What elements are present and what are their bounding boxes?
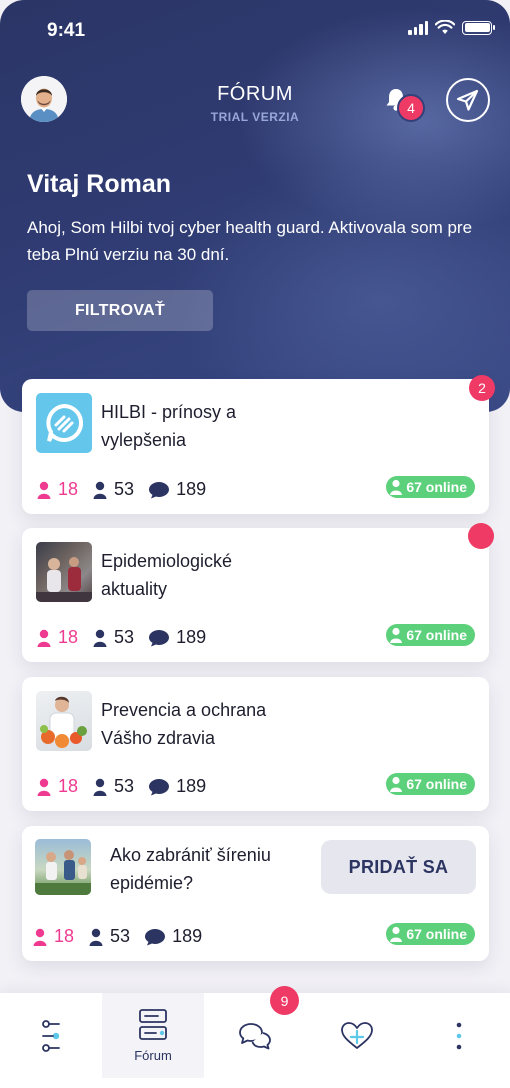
card-stats: 18 53 189: [36, 479, 206, 500]
online-count: 67 online: [406, 926, 467, 942]
users-stat: 53: [92, 776, 134, 797]
comment-icon: [149, 778, 170, 795]
tab-forum-label: Fórum: [134, 1048, 172, 1063]
comments-stat: 189: [148, 627, 206, 648]
card-thumbnail: [36, 691, 92, 751]
header: 9:41 FÓRUM TRIAL VERZIA 4 Vitaj Roman Ah…: [0, 0, 510, 412]
send-icon: [456, 89, 479, 111]
tab-filters[interactable]: [0, 993, 102, 1078]
chat-icon: [239, 1022, 271, 1049]
notification-badge: 4: [397, 94, 425, 122]
tab-more[interactable]: [408, 993, 510, 1078]
user-icon: [93, 481, 107, 499]
user-icon: [93, 629, 107, 647]
user-icon: [89, 928, 103, 946]
page-subtitle: TRIAL VERZIA: [210, 110, 300, 124]
comments-count: 189: [176, 627, 207, 647]
card-stats: 18 53 189: [36, 627, 206, 648]
online-badge: 67 online: [386, 624, 475, 646]
card-stats: 18 53 189: [36, 776, 206, 797]
women-count: 18: [54, 926, 75, 946]
women-count: 18: [58, 479, 79, 499]
woman-icon: [37, 629, 51, 647]
users-count: 53: [114, 627, 135, 647]
user-icon: [390, 627, 403, 643]
messages-badge: 9: [270, 986, 299, 1015]
battery-icon: [462, 20, 495, 35]
forum-card[interactable]: HILBI - prínosy a vylepšenia 18 53 189 6…: [22, 379, 489, 514]
comment-icon: [149, 629, 170, 646]
heart-icon: [341, 1021, 373, 1049]
status-time: 9:41: [47, 20, 86, 41]
tab-health[interactable]: [306, 993, 408, 1078]
women-stat: 18: [36, 627, 78, 648]
user-icon: [390, 926, 403, 942]
comments-count: 189: [172, 926, 203, 946]
women-count: 18: [58, 627, 79, 647]
woman-icon: [37, 481, 51, 499]
comment-icon: [149, 481, 170, 498]
forum-icon: [139, 1009, 167, 1040]
tab-forum[interactable]: Fórum: [102, 993, 204, 1078]
signal-icon: [408, 20, 428, 35]
women-stat: 18: [32, 926, 74, 947]
card-thumbnail: [36, 542, 92, 602]
women-count: 18: [58, 776, 79, 796]
comments-stat: 189: [144, 926, 202, 947]
users-stat: 53: [92, 627, 134, 648]
user-icon: [390, 776, 403, 792]
card-title: Epidemiologické aktuality: [101, 551, 233, 599]
online-badge: 67 online: [386, 476, 475, 498]
comments-stat: 189: [148, 479, 206, 500]
hilbi-logo: [36, 393, 92, 453]
forum-card[interactable]: Ako zabrániť šíreniu epidémie? PRIDAŤ SA…: [22, 826, 489, 961]
card-badge: 2: [469, 375, 495, 401]
greeting: Vitaj Roman: [27, 170, 172, 198]
comment-icon: [145, 928, 166, 945]
woman-icon: [37, 778, 51, 796]
more-icon: [456, 1022, 462, 1049]
users-count: 53: [114, 479, 135, 499]
send-button[interactable]: [446, 78, 490, 122]
card-title: Ako zabrániť šíreniu epidémie?: [110, 845, 271, 893]
women-stat: 18: [36, 479, 78, 500]
women-stat: 18: [36, 776, 78, 797]
card-thumbnail: [35, 839, 91, 895]
online-badge: 67 online: [386, 923, 475, 945]
forum-card[interactable]: Epidemiologické aktuality 18 53 189 67 o…: [22, 528, 489, 662]
title-block: FÓRUM TRIAL VERZIA: [0, 83, 510, 124]
woman-icon: [33, 928, 47, 946]
online-badge: 67 online: [386, 773, 475, 795]
online-count: 67 online: [406, 479, 467, 495]
forum-card[interactable]: Prevencia a ochrana Vášho zdravia 18 53 …: [22, 677, 489, 811]
card-title: Prevencia a ochrana Vášho zdravia: [101, 700, 267, 748]
page-title: FÓRUM: [217, 83, 293, 105]
card-title: HILBI - prínosy a vylepšenia: [101, 402, 237, 450]
user-icon: [390, 479, 403, 495]
user-icon: [93, 778, 107, 796]
wifi-icon: [435, 20, 455, 34]
unread-dot: [468, 523, 494, 549]
online-count: 67 online: [406, 776, 467, 792]
tab-bar: Fórum: [0, 993, 510, 1088]
filter-button[interactable]: FILTROVAŤ: [27, 290, 213, 331]
status-icons: [408, 20, 495, 35]
users-count: 53: [110, 926, 131, 946]
card-stats: 18 53 189: [32, 926, 202, 947]
users-stat: 53: [88, 926, 130, 947]
online-count: 67 online: [406, 627, 467, 643]
intro-text: Ahoj, Som Hilbi tvoj cyber health guard.…: [27, 218, 473, 264]
users-stat: 53: [92, 479, 134, 500]
comments-count: 189: [176, 776, 207, 796]
comments-count: 189: [176, 479, 207, 499]
join-button[interactable]: PRIDAŤ SA: [321, 840, 476, 894]
comments-stat: 189: [148, 776, 206, 797]
filter-icon: [42, 1019, 60, 1052]
users-count: 53: [114, 776, 135, 796]
